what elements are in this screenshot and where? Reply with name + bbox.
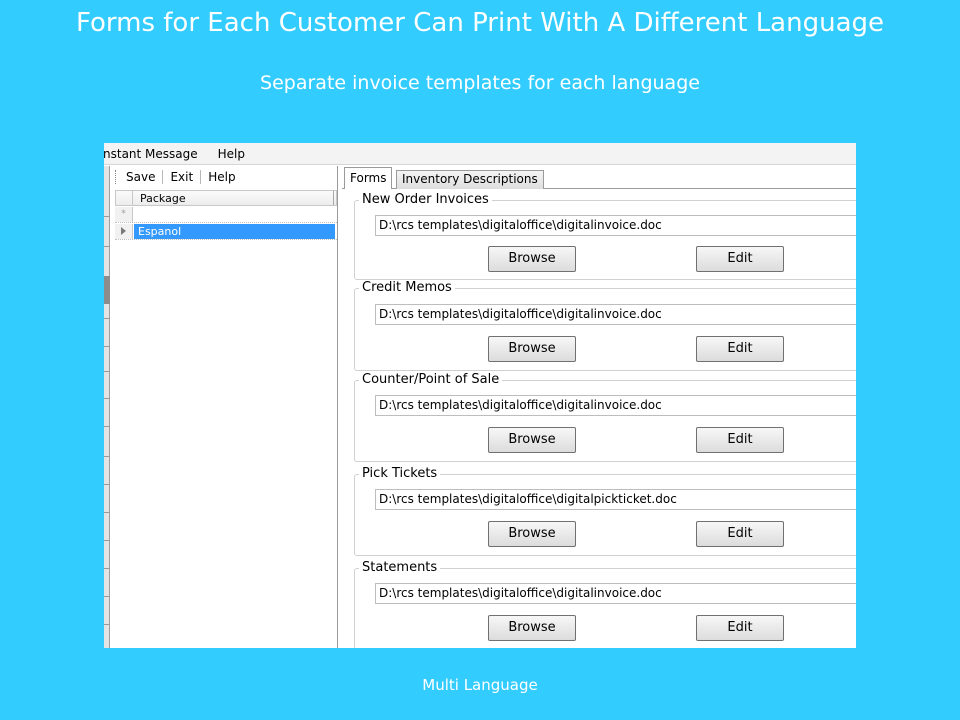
group-counter-point-of-sale: Counter/Point of Sale D:\rcs templates\d…	[354, 372, 856, 462]
package-pane: Save Exit Help Package * Espanol	[111, 166, 338, 648]
slide-title: Forms for Each Customer Can Print With A…	[75, 8, 885, 38]
edit-button[interactable]: Edit	[696, 615, 784, 641]
group-credit-memos: Credit Memos D:\rcs templates\digitaloff…	[354, 280, 856, 371]
browse-button[interactable]: Browse	[488, 521, 576, 547]
column-header-package[interactable]: Package	[140, 192, 186, 205]
grid-header: Package	[115, 190, 337, 206]
package-toolbar: Save Exit Help	[111, 166, 338, 188]
browse-button[interactable]: Browse	[488, 246, 576, 272]
package-cell[interactable]: Espanol	[134, 224, 335, 239]
new-row-marker: *	[115, 207, 133, 222]
splitter-handle[interactable]	[104, 276, 110, 304]
column-resize-handle[interactable]	[333, 191, 334, 205]
group-label: New Order Invoices	[359, 192, 492, 207]
group-label: Counter/Point of Sale	[359, 372, 503, 387]
collapsed-side-strip[interactable]	[104, 166, 110, 648]
edit-button[interactable]: Edit	[696, 246, 784, 272]
tab-strip: Forms Inventory Descriptions	[342, 167, 856, 189]
edit-button[interactable]: Edit	[696, 521, 784, 547]
app-screenshot: nstant Message Help Save Exit Help Packa…	[104, 143, 856, 648]
table-row[interactable]: Espanol	[115, 224, 337, 240]
new-row-cell[interactable]	[134, 207, 335, 222]
tab-inventory-descriptions[interactable]: Inventory Descriptions	[396, 170, 544, 189]
new-row[interactable]: *	[115, 207, 337, 223]
toolbar-separator	[200, 170, 202, 184]
edit-button[interactable]: Edit	[696, 336, 784, 362]
template-path-field[interactable]: D:\rcs templates\digitaloffice\digitalin…	[375, 583, 856, 604]
group-label: Pick Tickets	[359, 466, 441, 481]
edit-button[interactable]: Edit	[696, 427, 784, 453]
help-button[interactable]: Help	[208, 170, 235, 184]
group-label: Statements	[359, 560, 441, 575]
menu-item-instant-message[interactable]: nstant Message	[104, 147, 198, 161]
slide-subtitle: Separate invoice templates for each lang…	[260, 72, 700, 94]
template-path-field[interactable]: D:\rcs templates\digitaloffice\digitalpi…	[375, 489, 856, 510]
group-statements: Statements D:\rcs templates\digitaloffic…	[354, 560, 856, 648]
group-label: Credit Memos	[359, 280, 455, 295]
row-header-corner	[116, 191, 133, 205]
row-selector[interactable]	[115, 224, 133, 239]
browse-button[interactable]: Browse	[488, 427, 576, 453]
menu-bar: nstant Message Help	[104, 143, 856, 165]
template-path-field[interactable]: D:\rcs templates\digitaloffice\digitalin…	[375, 304, 856, 325]
exit-button[interactable]: Exit	[170, 170, 193, 184]
package-grid: Package * Espanol	[115, 190, 337, 646]
template-path-field[interactable]: D:\rcs templates\digitaloffice\digitalin…	[375, 215, 856, 236]
group-new-order-invoices: New Order Invoices D:\rcs templates\digi…	[354, 192, 856, 280]
browse-button[interactable]: Browse	[488, 336, 576, 362]
browse-button[interactable]: Browse	[488, 615, 576, 641]
tab-forms[interactable]: Forms	[344, 167, 393, 189]
save-button[interactable]: Save	[126, 170, 155, 184]
slide-footer: Multi Language	[422, 676, 538, 694]
template-path-field[interactable]: D:\rcs templates\digitaloffice\digitalin…	[375, 395, 856, 416]
menu-item-help[interactable]: Help	[218, 147, 245, 161]
toolbar-grip	[115, 170, 118, 184]
group-pick-tickets: Pick Tickets D:\rcs templates\digitaloff…	[354, 466, 856, 556]
row-pointer-icon	[121, 227, 126, 235]
forms-pane: Forms Inventory Descriptions New Order I…	[342, 166, 856, 648]
toolbar-separator	[162, 170, 164, 184]
